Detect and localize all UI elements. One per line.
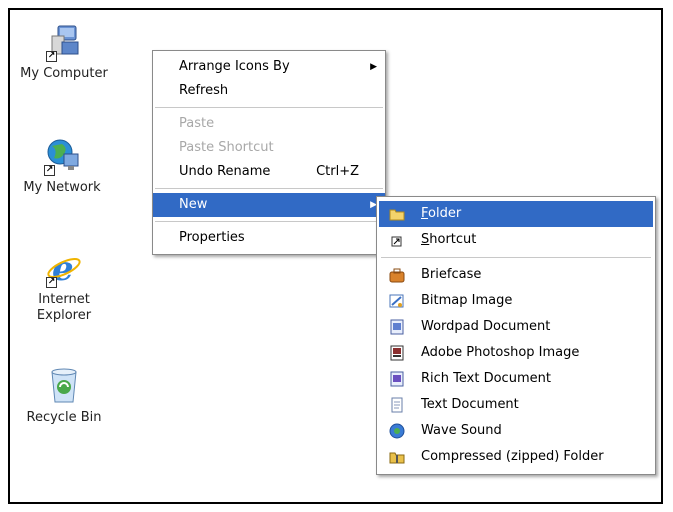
my-computer-icon: ↗: [44, 22, 84, 62]
my-network-icon: ↗: [42, 136, 82, 176]
menu-item-label: Adobe Photoshop Image: [421, 345, 580, 360]
menu-item-shortcut: Ctrl+Z: [316, 164, 359, 179]
menu-separator: [381, 257, 651, 258]
submenu-arrow-icon: ▶: [370, 62, 377, 72]
desktop-icon-recycle-bin[interactable]: Recycle Bin: [14, 366, 114, 426]
menu-item-paste-shortcut: Paste Shortcut: [153, 136, 385, 160]
menu-item-label: Folder: [421, 206, 462, 221]
desktop-context-menu: Arrange Icons By ▶ Refresh Paste Paste S…: [152, 50, 386, 255]
shortcut-arrow-icon: ↗: [46, 51, 57, 62]
menu-item-new[interactable]: New ▶: [153, 193, 385, 217]
desktop-icon-label: Internet Explorer: [36, 292, 92, 323]
menu-item-label: Compressed (zipped) Folder: [421, 449, 604, 464]
desktop-icon-internet-explorer[interactable]: e ↗ Internet Explorer: [14, 248, 114, 324]
menu-item-label: Rich Text Document: [421, 371, 551, 386]
briefcase-icon: [389, 267, 405, 283]
menu-item-label: Paste Shortcut: [179, 140, 274, 155]
menu-item-label: Undo Rename: [179, 164, 271, 179]
shortcut-arrow-icon: ↗: [46, 277, 57, 288]
desktop-icon-my-computer[interactable]: ↗ My Computer: [14, 22, 114, 82]
menu-item-label: Refresh: [179, 83, 229, 98]
submenu-item-shortcut[interactable]: Shortcut: [379, 227, 653, 253]
menu-item-label: Wave Sound: [421, 423, 502, 438]
submenu-item-bitmap-image[interactable]: Bitmap Image: [379, 288, 653, 314]
menu-item-undo-rename[interactable]: Undo Rename Ctrl+Z: [153, 160, 385, 184]
desktop-icon-label: My Computer: [20, 66, 108, 81]
zipped-folder-icon: [389, 449, 405, 465]
menu-item-arrange-icons-by[interactable]: Arrange Icons By ▶: [153, 55, 385, 79]
internet-explorer-icon: e ↗: [44, 248, 84, 289]
recycle-bin-icon: [44, 366, 84, 406]
menu-item-paste: Paste: [153, 112, 385, 136]
menu-separator: [155, 221, 383, 222]
menu-item-label: Bitmap Image: [421, 293, 513, 308]
menu-item-label: Properties: [179, 230, 245, 245]
submenu-item-wave-sound[interactable]: Wave Sound: [379, 418, 653, 444]
desktop-icon-my-network[interactable]: ↗ My Network: [12, 136, 112, 196]
text-document-icon: [389, 397, 405, 413]
menu-item-refresh[interactable]: Refresh: [153, 79, 385, 103]
menu-separator: [155, 188, 383, 189]
folder-icon: [389, 206, 405, 222]
menu-separator: [155, 107, 383, 108]
rich-text-document-icon: [389, 371, 405, 387]
submenu-item-wordpad-document[interactable]: Wordpad Document: [379, 314, 653, 340]
submenu-item-zipped-folder[interactable]: Compressed (zipped) Folder: [379, 444, 653, 470]
photoshop-image-icon: [389, 345, 405, 361]
wordpad-document-icon: [389, 319, 405, 335]
shortcut-arrow-icon: ↗: [44, 165, 55, 176]
submenu-item-folder[interactable]: Folder: [379, 201, 653, 227]
bitmap-image-icon: [389, 293, 405, 309]
menu-item-label: New: [179, 197, 208, 212]
wave-sound-icon: [389, 423, 405, 439]
desktop-icon-label: My Network: [23, 180, 101, 195]
menu-item-label: Briefcase: [421, 267, 482, 282]
desktop-icon-label: Recycle Bin: [26, 410, 102, 425]
menu-item-properties[interactable]: Properties: [153, 226, 385, 250]
menu-item-label: Text Document: [421, 397, 519, 412]
submenu-item-text-document[interactable]: Text Document: [379, 392, 653, 418]
desktop[interactable]: ↗ My Computer ↗ My Network e ↗ Internet …: [8, 8, 663, 504]
menu-item-label: Arrange Icons By: [179, 59, 290, 74]
menu-item-label: Wordpad Document: [421, 319, 551, 334]
submenu-item-rich-text-document[interactable]: Rich Text Document: [379, 366, 653, 392]
shortcut-icon: [389, 232, 405, 248]
menu-item-label: Paste: [179, 116, 215, 131]
menu-item-label: Shortcut: [421, 232, 477, 247]
submenu-item-briefcase[interactable]: Briefcase: [379, 262, 653, 288]
new-submenu: Folder Shortcut Briefcase Bitmap Image W…: [376, 196, 656, 475]
submenu-item-photoshop-image[interactable]: Adobe Photoshop Image: [379, 340, 653, 366]
